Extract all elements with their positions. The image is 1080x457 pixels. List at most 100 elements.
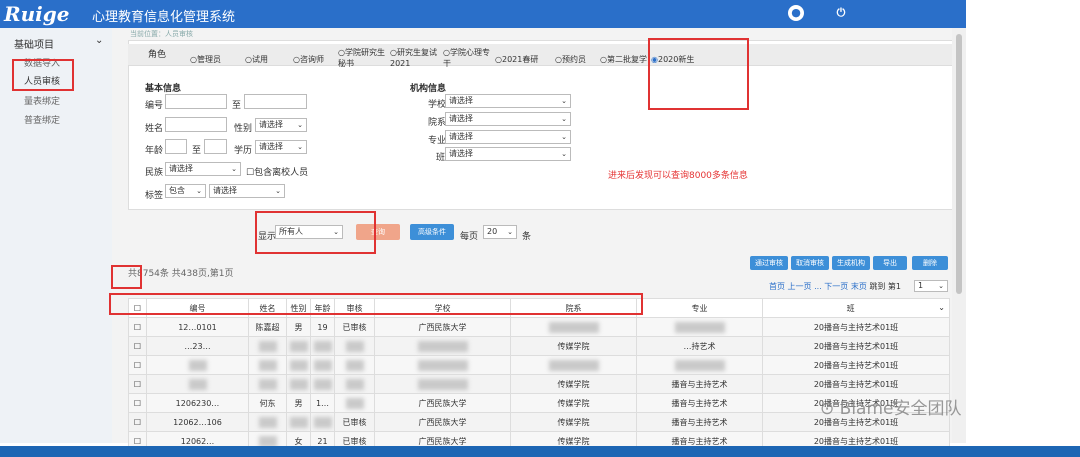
class-select[interactable]: 请选择 ⌄: [445, 147, 571, 161]
col-class[interactable]: 班 ⌄: [762, 298, 950, 318]
role-radio-counselor[interactable]: ○咨询师: [293, 54, 324, 65]
table-cell: 传媒学院: [510, 336, 637, 356]
table-cell: 1…: [310, 393, 335, 413]
table-row[interactable]: ☐ …23… 传媒学院 …持艺术 20播音与主持艺术01班: [128, 336, 950, 356]
per-page-label: 每页: [460, 232, 479, 242]
name-label: 姓名: [145, 124, 164, 134]
per-page-select[interactable]: 20 ⌄: [483, 225, 517, 239]
education-select[interactable]: 请选择 ⌄: [255, 140, 307, 154]
gender-select[interactable]: 请选择 ⌄: [255, 118, 307, 132]
table-cell: 已审核: [334, 412, 375, 432]
id-to-input[interactable]: [244, 94, 307, 109]
pager[interactable]: 首页 上一页 ... 下一页 末页 跳到 第1: [769, 281, 901, 292]
user-circle-icon[interactable]: ●: [788, 5, 804, 21]
role-radio-grad-secretary[interactable]: ○学院研究生秘书: [338, 47, 390, 69]
age-to-label: 至: [192, 146, 202, 156]
highlight-box-role: [648, 38, 749, 110]
table-cell: 12…0101: [146, 317, 249, 337]
approve-button[interactable]: 通过审核: [750, 256, 788, 270]
results-table: ☐ 编号 姓名 性别 年龄 审核 学校 院系 专业 班 ⌄ ☐ 12…0101 陈嘉…: [128, 298, 950, 451]
table-cell: [374, 374, 511, 394]
table-cell: 广西民族大学: [374, 412, 511, 432]
table-cell: 播音与主持艺术: [636, 393, 763, 413]
col-major[interactable]: 专业: [636, 298, 763, 318]
page-jump-select[interactable]: 1 ⌄: [914, 280, 948, 292]
delete-button[interactable]: 删除: [912, 256, 948, 270]
sidebar-heading[interactable]: 基础项目: [14, 36, 54, 51]
export-button[interactable]: 导出: [873, 256, 907, 270]
school-select[interactable]: 请选择 ⌄: [445, 94, 571, 108]
table-cell: 广西民族大学: [374, 317, 511, 337]
college-label: 院系: [428, 118, 447, 128]
table-cell: [636, 355, 763, 375]
name-input[interactable]: [165, 117, 227, 132]
sidebar-item-scale-bind[interactable]: 量表绑定: [24, 94, 60, 107]
row-checkbox[interactable]: ☐: [128, 412, 147, 432]
tag-mode-select[interactable]: 包含 ⌄: [165, 184, 206, 198]
generate-org-button[interactable]: 生成机构: [832, 256, 870, 270]
basic-info-title: 基本信息: [145, 84, 182, 94]
power-icon[interactable]: ⏻: [833, 5, 849, 21]
sidebar-item-survey-bind[interactable]: 普查绑定: [24, 113, 60, 126]
table-cell: [510, 355, 637, 375]
row-checkbox[interactable]: ☐: [128, 355, 147, 375]
table-cell: [374, 355, 511, 375]
table-cell: [248, 336, 287, 356]
scrollbar-thumb[interactable]: [956, 34, 962, 294]
table-cell: 传媒学院: [510, 374, 637, 394]
age-from-input[interactable]: [165, 139, 187, 154]
row-checkbox[interactable]: ☐: [128, 317, 147, 337]
major-select[interactable]: 请选择 ⌄: [445, 130, 571, 144]
pager-next: 下一页: [824, 282, 849, 291]
advanced-condition-button[interactable]: 高级条件: [410, 224, 454, 240]
age-to-input[interactable]: [204, 139, 227, 154]
table-cell: 20播音与主持艺术01班: [762, 355, 950, 375]
table-cell: 播音与主持艺术: [636, 412, 763, 432]
nation-label: 民族: [145, 168, 164, 178]
table-cell: 男: [286, 393, 311, 413]
row-checkbox[interactable]: ☐: [128, 336, 147, 356]
taskbar: [0, 446, 1080, 457]
tag-select[interactable]: 请选择 ⌄: [209, 184, 285, 198]
table-cell: [310, 355, 335, 375]
table-cell: [510, 317, 637, 337]
row-checkbox[interactable]: ☐: [128, 374, 147, 394]
college-select[interactable]: 请选择 ⌄: [445, 112, 571, 126]
role-radio-psy-staff[interactable]: ○学院心理专干: [443, 47, 495, 69]
table-cell: [146, 374, 249, 394]
role-radio-grad-retest[interactable]: ○研究生复试2021: [390, 47, 442, 69]
table-row[interactable]: ☐ 12…0101 陈嘉超男 19 已审核 广西民族大学 20播音与主持艺术01班: [128, 317, 950, 337]
table-cell: …持艺术: [636, 336, 763, 356]
table-cell: 陈嘉超: [248, 317, 287, 337]
table-cell: [286, 412, 311, 432]
table-cell: [286, 336, 311, 356]
age-label: 年龄: [145, 146, 164, 156]
table-row[interactable]: ☐ 传媒学院 播音与主持艺术 20播音与主持艺术01班: [128, 374, 950, 394]
table-cell: [334, 393, 375, 413]
table-row[interactable]: ☐ 20播音与主持艺术01班: [128, 355, 950, 375]
highlight-box-display: [255, 211, 376, 254]
table-cell: [248, 355, 287, 375]
table-cell: 男: [286, 317, 311, 337]
table-cell: [248, 374, 287, 394]
top-header: Ruige 心理教育信息化管理系统 ● ⏻: [0, 0, 966, 28]
education-label: 学历: [234, 146, 253, 156]
id-from-input[interactable]: [165, 94, 227, 109]
org-info-title: 机构信息: [410, 84, 447, 94]
row-checkbox[interactable]: ☐: [128, 393, 147, 413]
table-cell: 传媒学院: [510, 412, 637, 432]
include-graduated-checkbox[interactable]: ☐包含离校人员: [246, 165, 308, 178]
chevron-down-icon[interactable]: ⌄: [95, 35, 103, 46]
class-label: 班: [436, 153, 446, 163]
role-radio-spring[interactable]: ○2021春研: [495, 54, 538, 65]
cancel-approve-button[interactable]: 取消审核: [791, 256, 829, 270]
role-radio-trial[interactable]: ○试用: [245, 54, 268, 65]
role-radio-booking[interactable]: ○预约员: [555, 54, 586, 65]
nation-select[interactable]: 请选择 ⌄: [165, 162, 241, 176]
role-radio-resume[interactable]: ○第二批复学: [600, 54, 647, 65]
tag-label: 标签: [145, 191, 164, 201]
pager-first: 首页: [769, 282, 785, 291]
pager-last: 末页: [850, 282, 867, 291]
table-cell: [334, 336, 375, 356]
role-radio-admin[interactable]: ○管理员: [190, 54, 221, 65]
